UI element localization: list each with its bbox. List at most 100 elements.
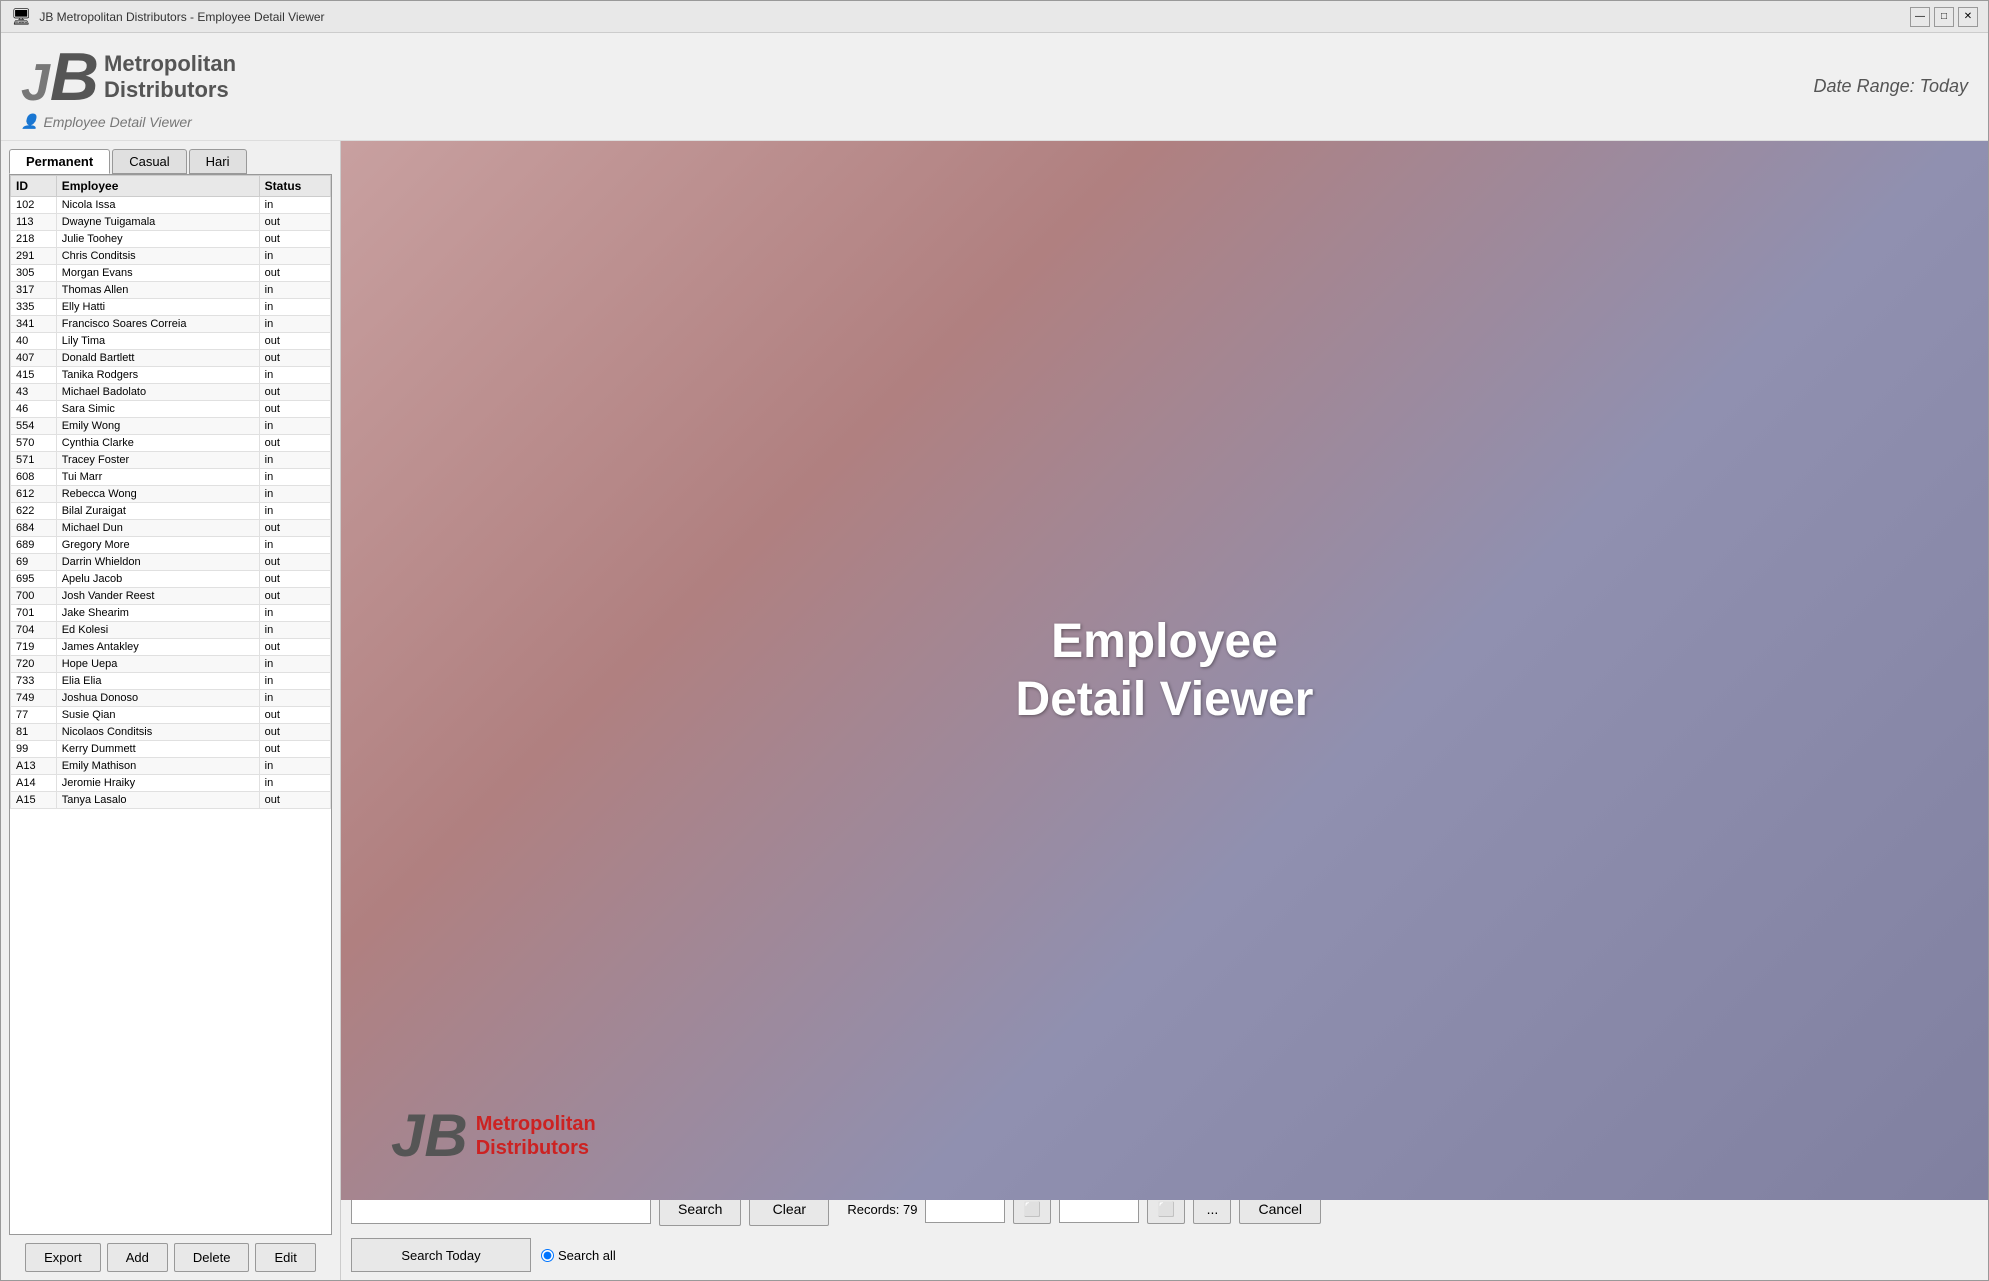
employee-row[interactable]: 77 Susie Qian out (11, 707, 331, 724)
employee-row[interactable]: 684 Michael Dun out (11, 520, 331, 537)
employee-row[interactable]: 113 Dwayne Tuigamala out (11, 214, 331, 231)
employee-status: in (259, 690, 330, 707)
employee-row[interactable]: 554 Emily Wong in (11, 418, 331, 435)
employee-row[interactable]: 700 Josh Vander Reest out (11, 588, 331, 605)
employee-id: 554 (11, 418, 57, 435)
right-panel: Employee Detail Viewer JB Metropolitan D… (341, 141, 1988, 1280)
employee-id: 695 (11, 571, 57, 588)
employee-status: in (259, 316, 330, 333)
employee-row[interactable]: 720 Hope Uepa in (11, 656, 331, 673)
logo-top: JB Metropolitan Distributors (21, 43, 236, 111)
employee-id: A15 (11, 792, 57, 809)
employee-row[interactable]: 719 James Antakley out (11, 639, 331, 656)
employee-status: out (259, 724, 330, 741)
employee-row[interactable]: 701 Jake Shearim in (11, 605, 331, 622)
maximize-button[interactable]: □ (1934, 7, 1954, 27)
employee-status: out (259, 792, 330, 809)
employee-row[interactable]: 218 Julie Toohey out (11, 231, 331, 248)
employee-row[interactable]: 571 Tracey Foster in (11, 452, 331, 469)
employee-status: out (259, 571, 330, 588)
delete-button[interactable]: Delete (174, 1243, 250, 1272)
col-status: Status (259, 176, 330, 197)
employee-status: out (259, 588, 330, 605)
employee-row[interactable]: 733 Elia Elia in (11, 673, 331, 690)
title-bar-left: 🖥 JB Metropolitan Distributors - Employe… (11, 7, 325, 27)
employee-row[interactable]: 749 Joshua Donoso in (11, 690, 331, 707)
employee-id: 720 (11, 656, 57, 673)
main-content: Permanent Casual Hari ID Employee Status… (1, 141, 1988, 1280)
employee-status: in (259, 197, 330, 214)
employee-status: in (259, 775, 330, 792)
employee-id: 43 (11, 384, 57, 401)
employee-id: 704 (11, 622, 57, 639)
search-today-button[interactable]: Search Today (351, 1238, 531, 1272)
employee-row[interactable]: 99 Kerry Dummett out (11, 741, 331, 758)
logo-b: B (50, 39, 99, 115)
employee-row[interactable]: 415 Tanika Rodgers in (11, 367, 331, 384)
employee-name: Chris Conditsis (56, 248, 259, 265)
splash-line1: Employee (1016, 613, 1314, 671)
employee-row[interactable]: 43 Michael Badolato out (11, 384, 331, 401)
employee-name: Darrin Whieldon (56, 554, 259, 571)
employee-name: Ed Kolesi (56, 622, 259, 639)
tab-casual[interactable]: Casual (112, 149, 186, 174)
employee-row[interactable]: 335 Elly Hatti in (11, 299, 331, 316)
employee-id: 608 (11, 469, 57, 486)
col-id: ID (11, 176, 57, 197)
employee-row[interactable]: 341 Francisco Soares Correia in (11, 316, 331, 333)
employee-status: out (259, 435, 330, 452)
employee-status: in (259, 622, 330, 639)
employee-status: in (259, 282, 330, 299)
employee-status: in (259, 299, 330, 316)
close-button[interactable]: ✕ (1958, 7, 1978, 27)
employee-row[interactable]: 317 Thomas Allen in (11, 282, 331, 299)
employee-id: 305 (11, 265, 57, 282)
employee-row[interactable]: 570 Cynthia Clarke out (11, 435, 331, 452)
employee-row[interactable]: 102 Nicola Issa in (11, 197, 331, 214)
employee-id: A14 (11, 775, 57, 792)
splash-title: Employee Detail Viewer (1016, 613, 1314, 728)
employee-id: 113 (11, 214, 57, 231)
employee-status: out (259, 554, 330, 571)
splash-line2: Detail Viewer (1016, 671, 1314, 729)
export-button[interactable]: Export (25, 1243, 101, 1272)
add-button[interactable]: Add (107, 1243, 168, 1272)
tab-permanent[interactable]: Permanent (9, 149, 110, 174)
splash-logo-text: Metropolitan Distributors (476, 1112, 596, 1160)
employee-id: 719 (11, 639, 57, 656)
employee-name: Rebecca Wong (56, 486, 259, 503)
employee-row[interactable]: A15 Tanya Lasalo out (11, 792, 331, 809)
employee-status: in (259, 503, 330, 520)
employee-row[interactable]: 704 Ed Kolesi in (11, 622, 331, 639)
employee-name: Nicola Issa (56, 197, 259, 214)
employee-row[interactable]: 81 Nicolaos Conditsis out (11, 724, 331, 741)
employee-row[interactable]: A14 Jeromie Hraiky in (11, 775, 331, 792)
minimize-button[interactable]: ― (1910, 7, 1930, 27)
employee-row[interactable]: 407 Donald Bartlett out (11, 350, 331, 367)
employee-row[interactable]: 689 Gregory More in (11, 537, 331, 554)
employee-name: Cynthia Clarke (56, 435, 259, 452)
employee-row[interactable]: 612 Rebecca Wong in (11, 486, 331, 503)
edit-button[interactable]: Edit (255, 1243, 315, 1272)
employee-row[interactable]: 46 Sara Simic out (11, 401, 331, 418)
employee-row[interactable]: A13 Emily Mathison in (11, 758, 331, 775)
tab-hari[interactable]: Hari (189, 149, 247, 174)
logo-j: J (21, 54, 50, 112)
employee-row[interactable]: 622 Bilal Zuraigat in (11, 503, 331, 520)
subtitle-text: Employee Detail Viewer (43, 114, 191, 130)
employee-name: Bilal Zuraigat (56, 503, 259, 520)
employee-row[interactable]: 40 Lily Tima out (11, 333, 331, 350)
employee-status: out (259, 741, 330, 758)
employee-row[interactable]: 69 Darrin Whieldon out (11, 554, 331, 571)
employee-row[interactable]: 695 Apelu Jacob out (11, 571, 331, 588)
employee-row[interactable]: 608 Tui Marr in (11, 469, 331, 486)
employee-id: 612 (11, 486, 57, 503)
search-all-radio[interactable] (541, 1249, 554, 1262)
employee-id: 69 (11, 554, 57, 571)
employee-row[interactable]: 291 Chris Conditsis in (11, 248, 331, 265)
employee-row[interactable]: 305 Morgan Evans out (11, 265, 331, 282)
person-icon: 👤 (21, 113, 38, 130)
employee-status: in (259, 758, 330, 775)
search-all-radio-label: Search all (541, 1248, 616, 1263)
splash-logo: JB Metropolitan Distributors (391, 1101, 596, 1170)
